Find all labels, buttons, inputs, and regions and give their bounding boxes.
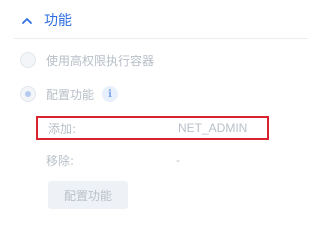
capability-add-row: 添加: NET_ADMIN [36,116,269,140]
capability-add-label: 添加: [48,121,77,136]
info-icon[interactable]: i [102,86,119,102]
radio-button-configure[interactable] [20,86,36,102]
section-divider [14,38,308,39]
capability-remove-row: 移除: - [36,148,269,172]
chevron-up-icon [20,13,34,27]
capability-add-value: NET_ADMIN [178,121,248,135]
capability-remove-value: - [176,153,180,167]
section-title: 功能 [44,13,72,29]
radio-button-privileged[interactable] [20,52,36,68]
radio-option-privileged[interactable]: 使用高权限执行容器 [20,50,154,70]
radio-label-privileged: 使用高权限执行容器 [46,53,155,68]
radio-label-configure: 配置功能 [46,87,95,102]
configure-capabilities-button[interactable]: 配置功能 [48,181,128,209]
section-header-capabilities[interactable]: 功能 [20,9,72,31]
radio-option-configure[interactable]: 配置功能 i [20,84,119,104]
capability-remove-label: 移除: [46,153,75,168]
